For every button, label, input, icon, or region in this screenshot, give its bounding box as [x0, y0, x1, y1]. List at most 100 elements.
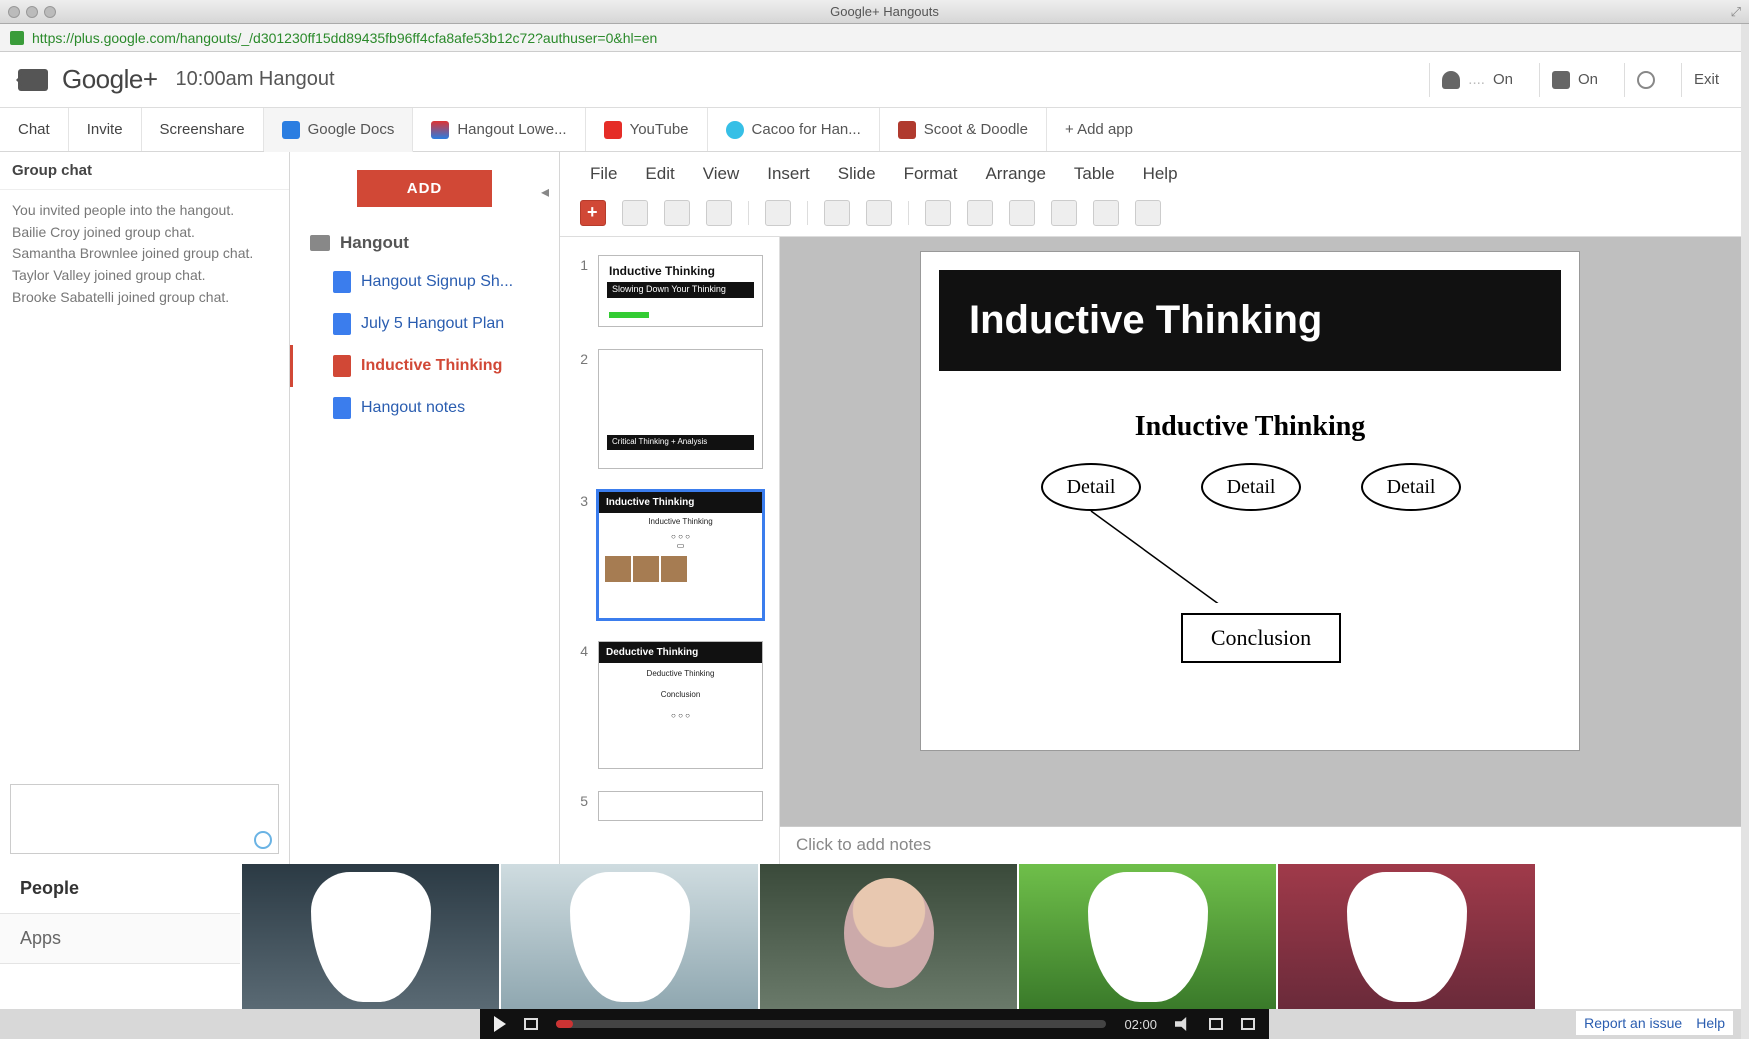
exit-button[interactable]: Exit [1681, 63, 1731, 97]
cacoo-icon [726, 121, 744, 139]
tab-people[interactable]: People [0, 864, 240, 914]
chat-log: You invited people into the hangout. Bai… [0, 190, 289, 318]
fit-button[interactable] [824, 200, 850, 226]
select-tool-button[interactable] [925, 200, 951, 226]
menu-file[interactable]: File [590, 164, 617, 184]
slide-thumb-1[interactable]: Inductive Thinking Slowing Down Your Thi… [598, 255, 763, 327]
stop-button-icon[interactable] [524, 1018, 538, 1030]
slide-thumb-4[interactable]: Deductive Thinking Deductive Thinking Co… [598, 641, 763, 769]
docs-sidebar: ADD ◂ Hangout Hangout Signup Sh... July … [290, 152, 560, 864]
inductive-diagram[interactable]: Detail Detail Detail Conclusion [921, 453, 1579, 713]
help-link[interactable]: Help [1696, 1015, 1725, 1031]
zoom-window-icon[interactable] [44, 6, 56, 18]
slide-thumb-2[interactable]: Critical Thinking + Analysis [598, 349, 763, 469]
tab-cacoo[interactable]: Cacoo for Han... [708, 108, 880, 151]
emoji-icon[interactable] [254, 831, 272, 849]
close-window-icon[interactable] [8, 6, 20, 18]
menu-table[interactable]: Table [1074, 164, 1115, 184]
play-button-icon[interactable] [494, 1016, 506, 1032]
settings-player-icon[interactable] [1241, 1018, 1255, 1030]
person-silhouette-icon [570, 872, 690, 1002]
chat-input[interactable] [10, 784, 279, 854]
text-box-button[interactable] [1051, 200, 1077, 226]
slide-canvas-area[interactable]: Inductive Thinking Inductive Thinking De… [780, 237, 1749, 826]
doc-item-notes[interactable]: Hangout notes [290, 387, 559, 429]
participant-video[interactable] [242, 864, 499, 1009]
tab-screenshare[interactable]: Screenshare [142, 108, 264, 151]
tab-google-docs[interactable]: Google Docs [264, 108, 414, 152]
video-strip: People Apps [0, 864, 1749, 1009]
zoom-button[interactable] [866, 200, 892, 226]
slide-thumb-3[interactable]: Inductive Thinking Inductive Thinking ○ … [598, 491, 763, 619]
detail-node[interactable]: Detail [1361, 463, 1461, 511]
camera-icon [1552, 71, 1570, 89]
tab-youtube[interactable]: YouTube [586, 108, 708, 151]
url-text: https://plus.google.com/hangouts/_/d3012… [32, 30, 657, 46]
participant-video[interactable] [760, 864, 1017, 1009]
chat-header: Group chat [0, 152, 289, 190]
redo-button[interactable] [664, 200, 690, 226]
doc-item-inductive[interactable]: Inductive Thinking [290, 345, 559, 387]
tab-scoot-doodle[interactable]: Scoot & Doodle [880, 108, 1047, 151]
microphone-icon [1442, 71, 1460, 89]
new-slide-button[interactable] [580, 200, 606, 226]
menu-format[interactable]: Format [904, 164, 958, 184]
hangouts-header: Google+ 10:00am Hangout .... On On Exit [0, 52, 1749, 108]
address-bar[interactable]: https://plus.google.com/hangouts/_/d3012… [0, 24, 1749, 52]
tab-lower-third[interactable]: Hangout Lowe... [413, 108, 585, 151]
fullscreen-icon[interactable] [1209, 1018, 1223, 1030]
seek-bar[interactable] [556, 1020, 1106, 1028]
detail-node[interactable]: Detail [1041, 463, 1141, 511]
menu-arrange[interactable]: Arrange [985, 164, 1045, 184]
tab-chat[interactable]: Chat [0, 108, 69, 151]
window-resize-edge[interactable] [1741, 24, 1749, 1039]
mac-titlebar: Google+ Hangouts ⤢ [0, 0, 1749, 24]
participant-video[interactable] [501, 864, 758, 1009]
lower-third-icon [431, 121, 449, 139]
thumb-number: 2 [572, 349, 588, 469]
tab-invite[interactable]: Invite [69, 108, 142, 151]
scoot-doodle-icon [898, 121, 916, 139]
paste-button[interactable] [706, 200, 732, 226]
avatar [661, 556, 687, 582]
doc-item-signup[interactable]: Hangout Signup Sh... [290, 261, 559, 303]
minimize-window-icon[interactable] [26, 6, 38, 18]
paint-format-button[interactable] [765, 200, 791, 226]
line-tool-button[interactable] [967, 200, 993, 226]
slide-title[interactable]: Inductive Thinking [939, 270, 1561, 371]
menu-slide[interactable]: Slide [838, 164, 876, 184]
image-button[interactable] [1093, 200, 1119, 226]
menu-edit[interactable]: Edit [645, 164, 674, 184]
slide-canvas[interactable]: Inductive Thinking Inductive Thinking De… [920, 251, 1580, 751]
chat-line: Brooke Sabatelli joined group chat. [12, 287, 277, 309]
settings-button[interactable] [1624, 63, 1667, 97]
shape-tool-button[interactable] [1009, 200, 1035, 226]
camera-toggle[interactable]: On [1539, 63, 1610, 97]
speaker-notes[interactable]: Click to add notes [780, 826, 1749, 864]
menu-insert[interactable]: Insert [767, 164, 810, 184]
folder-hangout[interactable]: Hangout [290, 225, 559, 261]
link-button[interactable] [1135, 200, 1161, 226]
menu-help[interactable]: Help [1143, 164, 1178, 184]
tab-apps[interactable]: Apps [0, 914, 240, 964]
menu-view[interactable]: View [703, 164, 740, 184]
detail-node[interactable]: Detail [1201, 463, 1301, 511]
collapse-sidebar-icon[interactable]: ◂ [541, 182, 549, 202]
camera-status: On [1578, 71, 1598, 88]
add-app-button[interactable]: + Add app [1047, 108, 1151, 151]
volume-icon[interactable] [1175, 1017, 1191, 1031]
slide-subtitle[interactable]: Inductive Thinking [921, 411, 1579, 443]
expand-icon[interactable]: ⤢ [1701, 4, 1741, 20]
report-issue-link[interactable]: Report an issue [1584, 1015, 1682, 1031]
doc-item-july5[interactable]: July 5 Hangout Plan [290, 303, 559, 345]
undo-button[interactable] [622, 200, 648, 226]
participant-video[interactable] [1019, 864, 1276, 1009]
conclusion-node[interactable]: Conclusion [1181, 613, 1341, 663]
chat-line: Taylor Valley joined group chat. [12, 265, 277, 287]
mic-toggle[interactable]: .... On [1429, 63, 1525, 97]
slide-thumb-5[interactable] [598, 791, 763, 821]
slide-thumbnails[interactable]: 1 Inductive Thinking Slowing Down Your T… [560, 237, 780, 864]
window-controls[interactable] [8, 6, 56, 18]
add-document-button[interactable]: ADD [357, 170, 493, 207]
participant-video[interactable] [1278, 864, 1535, 1009]
